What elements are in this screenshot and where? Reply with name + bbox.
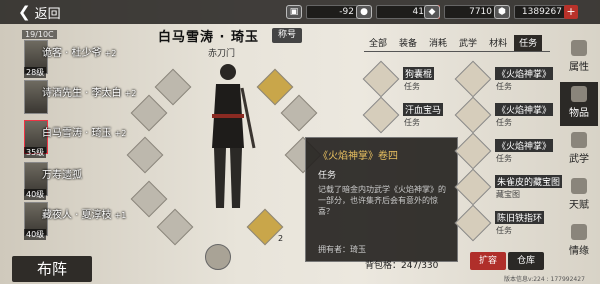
item-type: 任务 <box>496 154 512 163</box>
item-icon <box>362 60 400 98</box>
item-icon <box>362 96 400 134</box>
tab-all[interactable]: 全部 <box>364 35 392 51</box>
top-bar: ❮ 返回 ▣ -92 ● 41 + ◆ 7710 ⬢ 1389267 + <box>0 0 600 24</box>
item-name: 《火焰神掌》 <box>495 103 554 116</box>
side-nav: 属性 物品 武学 天赋 情缘 <box>558 36 600 276</box>
inventory-item[interactable]: 《火焰神掌》 任务 <box>454 132 554 170</box>
silver-icon: ◆ <box>424 5 440 19</box>
item-type: 任务 <box>404 82 420 91</box>
resource-value: 41 <box>376 5 428 19</box>
attribute-icon <box>571 40 587 56</box>
radar-chart-button[interactable] <box>205 244 231 270</box>
back-label: 返回 <box>34 6 61 22</box>
tab-quest[interactable]: 任务 <box>514 35 543 51</box>
resource-cart: ▣ -92 <box>286 4 358 20</box>
nav-label: 天赋 <box>569 200 589 211</box>
add-gold-button[interactable]: + <box>564 5 578 19</box>
item-icon <box>454 60 492 98</box>
inventory-tabs: 全部 装备 消耗 武学 材料 任务 <box>364 35 543 51</box>
item-type: 任务 <box>496 226 512 235</box>
item-name: 《火焰神掌》 <box>495 139 554 152</box>
nav-items[interactable]: 物品 <box>560 82 598 126</box>
member-level: 40级 <box>24 229 47 240</box>
tab-martial[interactable]: 武学 <box>454 35 482 51</box>
resource-silver: ◆ 7710 <box>424 4 496 20</box>
item-name: 陈旧铁指环 <box>495 211 545 224</box>
resource-value: 1389267 <box>514 5 566 19</box>
item-name: 汗血宝马 <box>403 103 444 116</box>
martial-icon <box>571 132 587 148</box>
back-button[interactable]: ❮ 返回 <box>18 2 61 22</box>
member-level: 35级 <box>24 147 47 158</box>
item-icon <box>454 204 492 242</box>
tab-material[interactable]: 材料 <box>484 35 512 51</box>
item-name: 朱雀皮的藏宝图 <box>495 175 563 188</box>
item-icon <box>454 96 492 134</box>
coin-icon: ● <box>356 5 372 19</box>
member-name: 藏夜人 · 夏淳枝 +1 <box>42 210 127 221</box>
resource-gold: ⬢ 1389267 + <box>494 4 578 20</box>
item-type: 任务 <box>496 118 512 127</box>
expand-button[interactable]: 扩容 <box>470 252 506 270</box>
nav-label: 物品 <box>569 108 589 119</box>
team-member[interactable]: 40级 藏夜人 · 夏淳枝 +1 <box>24 200 144 240</box>
team-member-selected[interactable]: 35级 白马雪涛 · 琦玉 +2 <box>24 118 144 158</box>
back-arrow-icon: ❮ <box>18 3 31 21</box>
inventory-item[interactable]: 《火焰神掌》 任务 <box>454 96 554 134</box>
tab-consumable[interactable]: 消耗 <box>424 35 452 51</box>
item-type: 任务 <box>496 82 512 91</box>
nav-label: 武学 <box>569 154 589 165</box>
inventory-item[interactable]: 陈旧铁指环 任务 <box>454 204 552 242</box>
slot-count: 2 <box>278 234 284 243</box>
member-name: 诗酒先生 · 李太白 +2 <box>42 88 137 99</box>
resource-value: 7710 <box>444 5 496 19</box>
hero-name: 白马雪涛 · 琦玉 <box>158 30 259 45</box>
divider <box>364 51 550 52</box>
nav-attribute[interactable]: 属性 <box>560 36 598 80</box>
team-member[interactable]: 诗酒先生 · 李太白 +2 <box>24 78 144 118</box>
item-name: 《火焰神掌》 <box>495 67 554 80</box>
member-name: 万寿遗孤 <box>42 170 82 181</box>
nav-label: 情缘 <box>569 246 589 257</box>
formation-button[interactable]: 布阵 <box>12 256 92 282</box>
member-name: 诡客 · 杜少爷 +2 <box>42 48 117 59</box>
team-member[interactable]: 40级 万寿遗孤 <box>24 160 144 200</box>
resource-value: -92 <box>306 5 358 19</box>
tab-equipment[interactable]: 装备 <box>394 35 422 51</box>
team-member[interactable]: 28级 诡客 · 杜少爷 +2 <box>24 38 144 78</box>
item-type: 任务 <box>404 118 420 127</box>
inventory-item[interactable]: 狗囊棍 任务 <box>362 60 460 98</box>
warehouse-button[interactable]: 仓库 <box>508 252 544 270</box>
nav-martial[interactable]: 武学 <box>560 128 598 172</box>
bond-icon <box>571 224 587 240</box>
item-name: 狗囊棍 <box>403 67 435 80</box>
member-level: 40级 <box>24 189 47 200</box>
item-icon <box>454 132 492 170</box>
inventory-grid: 狗囊棍 任务 《火焰神掌》 任务 汗血宝马 任务 《火焰神掌》 任务 《火焰神掌… <box>362 58 563 248</box>
gold-ingot-icon: ⬢ <box>494 5 510 19</box>
member-name: 白马雪涛 · 琦玉 +2 <box>42 128 127 139</box>
nav-label: 属性 <box>569 62 589 73</box>
item-icon <box>454 168 492 206</box>
member-level: 28级 <box>24 67 47 78</box>
inventory-item[interactable]: 《火焰神掌》 任务 <box>454 60 554 98</box>
item-icon <box>571 86 587 102</box>
bag-capacity: 背包格：247/330 <box>365 261 439 271</box>
nav-talent[interactable]: 天赋 <box>560 174 598 218</box>
tooltip-kind: 任务 <box>318 171 337 181</box>
inventory-item[interactable]: 汗血宝马 任务 <box>362 96 460 134</box>
talent-icon <box>571 178 587 194</box>
title-button[interactable]: 称号 <box>272 28 302 43</box>
tooltip-owner: 拥有者：琦玉 <box>318 245 366 254</box>
nav-bond[interactable]: 情缘 <box>560 220 598 264</box>
cart-icon: ▣ <box>286 5 302 19</box>
item-type: 藏宝图 <box>496 190 520 199</box>
hero-figure <box>212 64 256 208</box>
inventory-item[interactable]: 朱雀皮的藏宝图 藏宝图 <box>454 168 563 206</box>
